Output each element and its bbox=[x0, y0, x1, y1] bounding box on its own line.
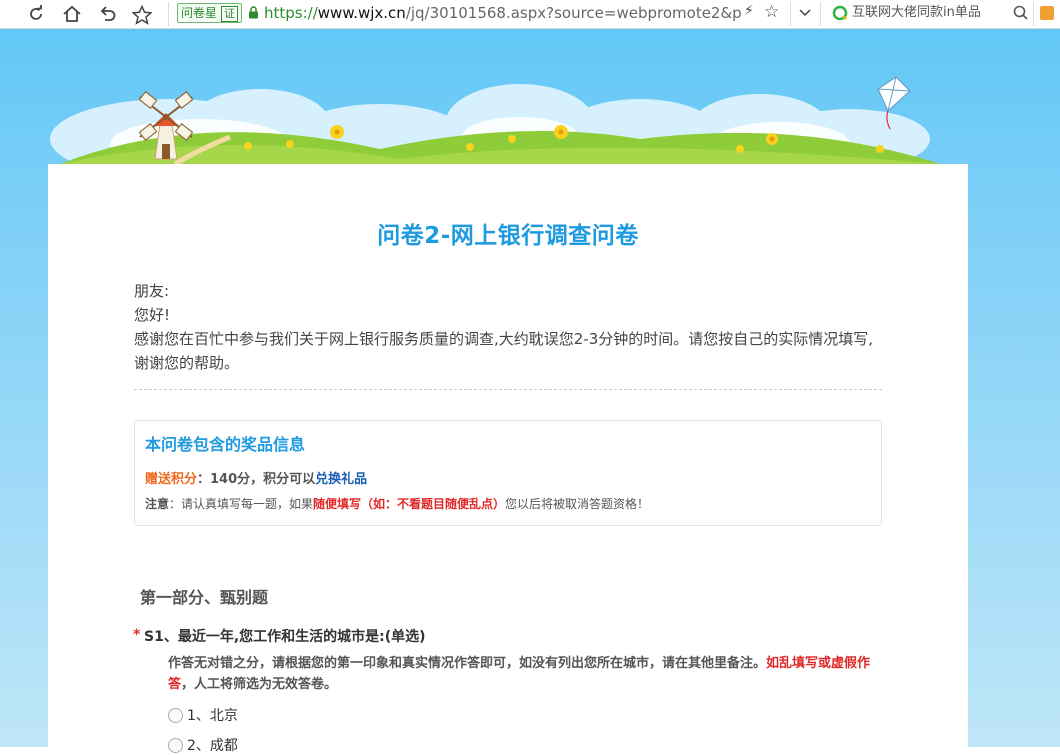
required-mark: * bbox=[133, 627, 141, 643]
extension-icon[interactable] bbox=[1040, 6, 1054, 20]
address-bar[interactable]: https://www.wjx.cn/jq/30101568.aspx?sour… bbox=[264, 2, 742, 24]
url-host: www.wjx.cn bbox=[317, 4, 406, 22]
note-label: 注意 bbox=[145, 497, 170, 511]
refresh-icon[interactable] bbox=[25, 3, 47, 25]
search-logo-icon bbox=[832, 5, 848, 21]
prize-title: 本问卷包含的奖品信息 bbox=[145, 435, 306, 454]
radio-button[interactable] bbox=[168, 737, 183, 753]
header-illustration bbox=[50, 76, 940, 179]
url-scheme: https:// bbox=[264, 4, 318, 22]
url-path: /jq/30101568.aspx?source=webpromote2&p bbox=[405, 4, 742, 22]
question-desc-main: 作答无对错之分，请根据您的第一印象和真实情况作答即可，如没有列出您所在城市，请在… bbox=[168, 656, 767, 671]
prize-info-box: 本问卷包含的奖品信息 赠送积分：140分，积分可以兑换礼品 注意：请认真填写每一… bbox=[134, 420, 882, 526]
option-label: 1、北京 bbox=[187, 708, 238, 724]
bolt-icon[interactable]: ⚡ bbox=[744, 3, 754, 19]
survey-intro: 朋友: 您好! 感谢您在百忙中参与我们关于网上银行服务质量的调查,大约耽误您2-… bbox=[134, 279, 884, 375]
option-beijing[interactable]: 1、北京 bbox=[168, 705, 238, 725]
section-title: 第一部分、甄别题 bbox=[140, 588, 269, 607]
survey-title: 问卷2-网上银行调查问卷 bbox=[377, 223, 639, 249]
points-value: ：140分，积分可以 bbox=[197, 472, 316, 487]
radio-button[interactable] bbox=[168, 707, 183, 723]
search-box[interactable]: 互联网大佬同款in单品 bbox=[852, 3, 981, 23]
home-icon[interactable] bbox=[61, 3, 83, 25]
points-label: 赠送积分 bbox=[145, 472, 198, 487]
option-label: 2、成都 bbox=[187, 738, 238, 754]
note-tail: 您以后将被取消答题资格！ bbox=[505, 497, 650, 511]
site-verified-tag[interactable]: 问卷星证 bbox=[177, 3, 243, 23]
chevron-down-icon[interactable] bbox=[799, 2, 811, 28]
lock-icon bbox=[249, 6, 258, 19]
intro-body: 感谢您在百忙中参与我们关于网上银行服务质量的调查,大约耽误您2-3分钟的时间。请… bbox=[134, 330, 874, 372]
question-title: S1、最近一年,您工作和生活的城市是:(单选) bbox=[144, 629, 426, 645]
intro-greeting: 朋友: bbox=[134, 282, 170, 300]
search-icon[interactable] bbox=[1012, 4, 1030, 22]
prize-note: 注意：请认真填写每一题，如果随便填写（如：不看题目随便乱点）您以后将被取消答题资… bbox=[145, 495, 649, 512]
prize-points: 赠送积分：140分，积分可以兑换礼品 bbox=[145, 468, 367, 487]
site-tag-label: 问卷星 bbox=[181, 6, 218, 20]
survey-card: 问卷2-网上银行调查问卷 朋友: 您好! 感谢您在百忙中参与我们关于网上银行服务… bbox=[48, 164, 968, 754]
question-description: 作答无对错之分，请根据您的第一印象和真实情况作答即可，如没有列出您所在城市，请在… bbox=[168, 653, 878, 695]
divider bbox=[134, 389, 882, 390]
note-warning: 随便填写（如：不看题目随便乱点） bbox=[313, 497, 506, 511]
undo-icon[interactable] bbox=[97, 3, 119, 25]
question-desc-tail: ，人工将筛选为无效答卷。 bbox=[181, 677, 338, 692]
option-chengdu[interactable]: 2、成都 bbox=[168, 735, 238, 755]
redeem-gift-link[interactable]: 兑换礼品 bbox=[315, 472, 367, 487]
browser-toolbar: 问卷星证 https://www.wjx.cn/jq/30101568.aspx… bbox=[0, 0, 1060, 29]
intro-hello: 您好! bbox=[134, 306, 171, 324]
verified-badge: 证 bbox=[221, 6, 239, 22]
note-text: ：请认真填写每一题，如果 bbox=[169, 497, 314, 511]
star-icon[interactable] bbox=[131, 3, 153, 25]
bookmark-star-icon[interactable]: ☆ bbox=[764, 2, 779, 22]
